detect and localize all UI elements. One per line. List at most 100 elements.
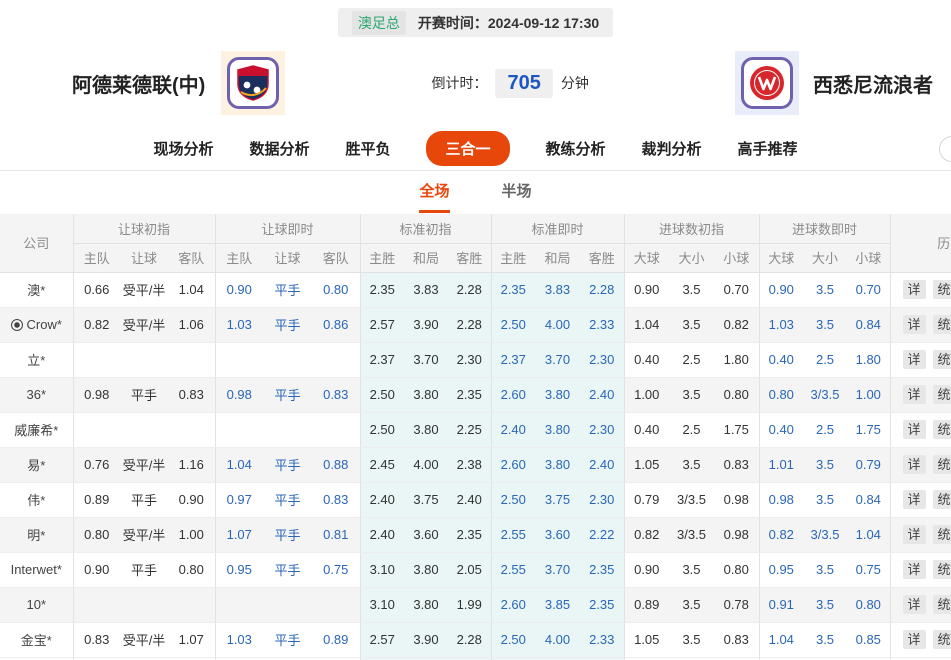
detail-button[interactable]: 详 bbox=[903, 560, 926, 579]
header-group-标准初指: 标准初指 bbox=[360, 214, 491, 243]
stats-button[interactable]: 统 bbox=[933, 350, 951, 369]
detail-button[interactable]: 详 bbox=[903, 630, 926, 649]
odds-cell: 3.5 bbox=[669, 447, 714, 482]
stats-button[interactable]: 统 bbox=[933, 560, 951, 579]
odds-cell bbox=[312, 342, 360, 377]
detail-button[interactable]: 详 bbox=[903, 490, 926, 509]
odds-cell: 3.80 bbox=[404, 412, 448, 447]
odds-cell: 0.82 bbox=[73, 307, 120, 342]
detail-button[interactable]: 详 bbox=[903, 595, 926, 614]
header-group-进球数初指: 进球数初指 bbox=[624, 214, 759, 243]
odds-cell: 3.83 bbox=[404, 272, 448, 307]
table-row: 易*0.76受平/半1.161.04平手0.882.454.002.382.60… bbox=[0, 447, 951, 482]
stats-button[interactable]: 统 bbox=[933, 490, 951, 509]
nav-tab-数据分析[interactable]: 数据分析 bbox=[249, 138, 309, 159]
home-team: 阿德莱德联(中) bbox=[72, 51, 285, 115]
odds-cell: 1.06 bbox=[168, 307, 215, 342]
odds-cell: 0.40 bbox=[624, 342, 669, 377]
odds-cell: 3.5 bbox=[803, 587, 847, 622]
odds-cell: 0.98 bbox=[714, 517, 759, 552]
detail-button[interactable]: 详 bbox=[903, 525, 926, 544]
stats-button[interactable]: 统 bbox=[933, 315, 951, 334]
header-group-标准即时: 标准即时 bbox=[491, 214, 624, 243]
odds-cell: 1.75 bbox=[714, 412, 759, 447]
odds-cell: 0.83 bbox=[168, 377, 215, 412]
odds-cell: 受平/半 bbox=[120, 307, 168, 342]
odds-cell: 3.60 bbox=[404, 517, 448, 552]
odds-cell: 0.82 bbox=[759, 517, 803, 552]
subheader-客队: 客队 bbox=[312, 243, 360, 272]
subheader-和局: 和局 bbox=[535, 243, 580, 272]
odds-cell: 1.03 bbox=[759, 307, 803, 342]
nav-tab-胜平负[interactable]: 胜平负 bbox=[345, 138, 390, 159]
odds-cell: 0.95 bbox=[759, 552, 803, 587]
nav-tab-裁判分析[interactable]: 裁判分析 bbox=[642, 138, 702, 159]
odds-cell bbox=[215, 342, 263, 377]
table-row: 澳*0.66受平/半1.040.90平手0.802.353.832.282.35… bbox=[0, 272, 951, 307]
nav-tab-高手推荐[interactable]: 高手推荐 bbox=[738, 138, 798, 159]
subtab-全场[interactable]: 全场 bbox=[419, 180, 449, 213]
nav-tab-现场分析[interactable]: 现场分析 bbox=[153, 138, 213, 159]
subheader-让球: 让球 bbox=[263, 243, 312, 272]
stats-button[interactable]: 统 bbox=[933, 385, 951, 404]
history-cell: 详统 bbox=[890, 587, 951, 622]
subtab-半场[interactable]: 半场 bbox=[502, 180, 532, 213]
odds-cell: 0.80 bbox=[759, 377, 803, 412]
countdown-unit: 分钟 bbox=[561, 73, 589, 93]
odds-cell: 平手 bbox=[120, 377, 168, 412]
odds-cell: 0.98 bbox=[759, 482, 803, 517]
page: 澳足总 开赛时间：2024-09-12 17:30 阿德莱德联(中) 倒 bbox=[0, 0, 951, 660]
odds-cell: 1.04 bbox=[624, 307, 669, 342]
history-cell: 详统 bbox=[890, 447, 951, 482]
nav-scroll-button[interactable] bbox=[939, 136, 951, 162]
odds-cell: 2.40 bbox=[580, 447, 624, 482]
odds-cell: 0.88 bbox=[312, 447, 360, 482]
odds-cell: 2.60 bbox=[491, 447, 535, 482]
subheader-主队: 主队 bbox=[73, 243, 120, 272]
detail-button[interactable]: 详 bbox=[903, 315, 926, 334]
odds-cell: 1.80 bbox=[847, 342, 890, 377]
odds-cell bbox=[73, 342, 120, 377]
table-row: 明*0.80受平/半1.001.07平手0.812.403.602.352.55… bbox=[0, 517, 951, 552]
odds-cell: 0.91 bbox=[759, 587, 803, 622]
nav-tab-教练分析[interactable]: 教练分析 bbox=[546, 138, 606, 159]
odds-cell: 2.50 bbox=[491, 482, 535, 517]
odds-cell: 2.38 bbox=[448, 447, 491, 482]
odds-cell: 0.90 bbox=[624, 272, 669, 307]
stats-button[interactable]: 统 bbox=[933, 455, 951, 474]
company-cell: 10* bbox=[0, 587, 73, 622]
subheader-让球: 让球 bbox=[120, 243, 168, 272]
odds-cell: 平手 bbox=[263, 622, 312, 657]
odds-cell: 0.82 bbox=[714, 307, 759, 342]
odds-cell: 0.78 bbox=[714, 587, 759, 622]
odds-cell: 3.5 bbox=[669, 622, 714, 657]
detail-button[interactable]: 详 bbox=[903, 385, 926, 404]
kickoff-label: 开赛时间： bbox=[418, 15, 488, 31]
stats-button[interactable]: 统 bbox=[933, 525, 951, 544]
stats-button[interactable]: 统 bbox=[933, 420, 951, 439]
detail-button[interactable]: 详 bbox=[903, 420, 926, 439]
table-row: 威廉希*2.503.802.252.403.802.300.402.51.750… bbox=[0, 412, 951, 447]
detail-button[interactable]: 详 bbox=[903, 455, 926, 474]
stats-button[interactable]: 统 bbox=[933, 280, 951, 299]
detail-button[interactable]: 详 bbox=[903, 350, 926, 369]
odds-cell: 3.80 bbox=[404, 552, 448, 587]
header-group-让球即时: 让球即时 bbox=[215, 214, 360, 243]
odds-cell: 2.28 bbox=[448, 622, 491, 657]
odds-cell: 0.85 bbox=[847, 622, 890, 657]
stats-button[interactable]: 统 bbox=[933, 630, 951, 649]
odds-cell: 3.5 bbox=[803, 272, 847, 307]
odds-cell: 0.40 bbox=[759, 412, 803, 447]
history-cell: 详统 bbox=[890, 412, 951, 447]
nav-tab-三合一[interactable]: 三合一 bbox=[426, 131, 509, 166]
odds-table: 公司让球初指让球即时标准初指标准即时进球数初指进球数即时历史主队让球客队主队让球… bbox=[0, 214, 951, 660]
odds-cell: 1.04 bbox=[759, 622, 803, 657]
table-row: 伟*0.89平手0.900.97平手0.832.403.752.402.503.… bbox=[0, 482, 951, 517]
stats-button[interactable]: 统 bbox=[933, 595, 951, 614]
detail-button[interactable]: 详 bbox=[903, 280, 926, 299]
odds-cell: 3/3.5 bbox=[803, 377, 847, 412]
odds-cell: 3/3.5 bbox=[803, 517, 847, 552]
odds-cell: 3.70 bbox=[535, 552, 580, 587]
odds-cell: 2.05 bbox=[448, 552, 491, 587]
odds-cell: 3.60 bbox=[535, 517, 580, 552]
